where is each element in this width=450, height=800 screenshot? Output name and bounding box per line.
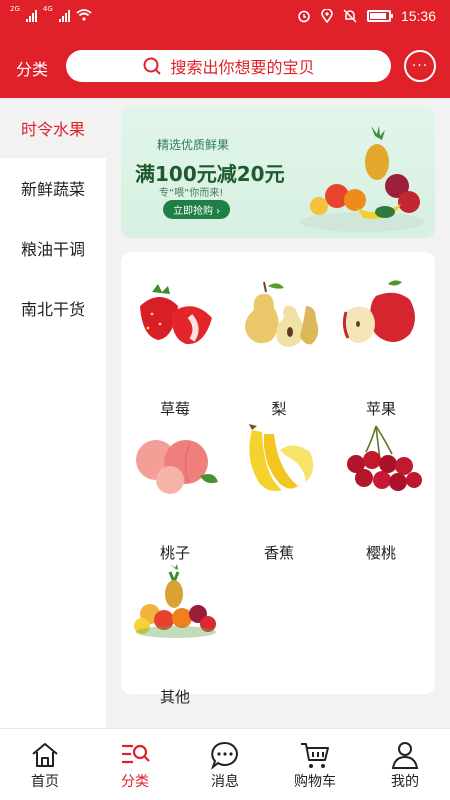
battery-icon [366, 10, 393, 22]
nav-cart[interactable]: 购物车 [270, 729, 360, 800]
product-strawberry[interactable]: 草莓 [121, 276, 229, 419]
cherry-icon [347, 425, 422, 491]
strawberry-icon [140, 284, 212, 345]
bottom-navigation: 首页 分类 消息 购物车 我的 [0, 728, 450, 800]
banner-offer: 满100元减20元 [135, 162, 285, 186]
product-cherry[interactable]: 樱桃 [327, 420, 435, 563]
product-other[interactable]: 其他 [121, 564, 229, 707]
location-icon [321, 9, 333, 23]
fruit-basket-icon [134, 564, 216, 638]
sidebar-item-fresh-vegetables[interactable]: 新鲜蔬菜 [0, 158, 106, 218]
sidebar-item-grain-oil[interactable]: 粮油干调 [0, 218, 106, 278]
chat-bubble-icon: ··· [411, 58, 429, 74]
product-label: 苹果 [365, 400, 396, 418]
nav-home[interactable]: 首页 [0, 729, 90, 800]
product-apple[interactable]: 苹果 [327, 276, 435, 419]
sidebar-item-dry-goods[interactable]: 南北干货 [0, 278, 106, 338]
apple-icon [342, 280, 415, 343]
profile-icon [391, 742, 419, 769]
nav-label: 购物车 [294, 774, 336, 790]
status-time: 15:36 [400, 8, 436, 24]
search-input[interactable]: 搜索出你想要的宝贝 [66, 50, 391, 82]
top-header: 2G 4G 15:36 分类 搜索出你想要的宝贝 ··· [0, 0, 450, 98]
product-label: 香蕉 [263, 544, 294, 562]
pear-icon [245, 281, 319, 347]
product-grid: 草莓 梨 苹果 桃子 香蕉 樱桃 其他 [121, 252, 435, 706]
nav-messages[interactable]: 消息 [180, 729, 270, 800]
product-pear[interactable]: 梨 [225, 276, 333, 419]
fruit-platter-image [300, 126, 424, 232]
product-label: 草莓 [159, 400, 190, 418]
page-title: 分类 [16, 60, 49, 79]
category-sidebar: 时令水果 新鲜蔬菜 粮油干调 南北干货 [0, 98, 106, 728]
chat-bubble-button[interactable]: ··· [404, 50, 436, 82]
message-icon [210, 741, 238, 770]
product-label: 其他 [159, 688, 190, 706]
search-placeholder: 搜索出你想要的宝贝 [170, 58, 315, 77]
category-icon [122, 744, 150, 764]
status-bar: 2G 4G 15:36 [0, 0, 450, 34]
product-banana[interactable]: 香蕉 [225, 420, 333, 563]
banner-tagline: 专“喂”你而来! [159, 188, 224, 199]
signal-icon-2 [58, 8, 70, 22]
cart-icon [301, 743, 329, 768]
promo-banner[interactable]: 精选优质鲜果 满100元减20元 专“喂”你而来! 立即抢购 › [121, 106, 435, 238]
banana-icon [249, 424, 314, 492]
sidebar-item-seasonal-fruit[interactable]: 时令水果 [0, 98, 106, 158]
nav-label: 分类 [121, 774, 149, 790]
nav-label: 我的 [391, 774, 419, 790]
wifi-icon [76, 9, 92, 21]
banner-subtitle: 精选优质鲜果 [157, 138, 230, 152]
nav-label: 首页 [31, 774, 59, 790]
product-label: 桃子 [159, 544, 190, 562]
home-icon [32, 743, 58, 767]
network-label-2: 4G [42, 5, 53, 13]
product-label: 樱桃 [365, 544, 396, 562]
search-icon [143, 57, 162, 75]
product-label: 梨 [271, 400, 287, 418]
network-label-1: 2G [10, 5, 20, 13]
mute-bell-icon [343, 9, 357, 23]
nav-profile[interactable]: 我的 [360, 729, 450, 800]
product-peach[interactable]: 桃子 [121, 420, 229, 563]
banner-buy-button[interactable]: 立即抢购 › [163, 200, 231, 219]
peach-icon [136, 440, 218, 494]
signal-icon [25, 8, 37, 22]
alarm-icon [298, 10, 310, 23]
nav-label: 消息 [211, 774, 239, 790]
nav-category[interactable]: 分类 [90, 729, 180, 800]
